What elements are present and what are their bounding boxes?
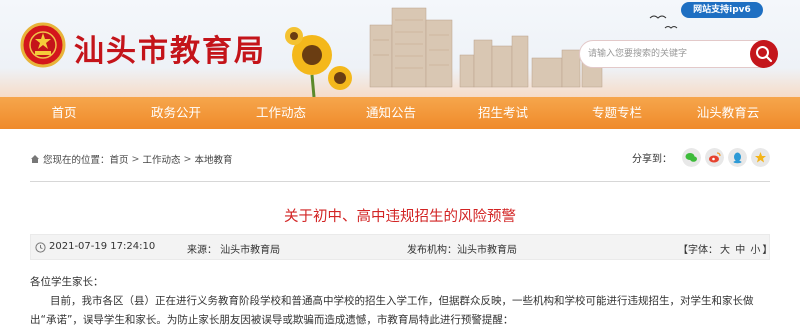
article-meta-bar: 2021-07-19 17:24:10 来源： 汕头市教育局 发布机构：汕头市教… (30, 234, 773, 260)
article-salutation: 各位学生家长： (30, 276, 104, 288)
font-size-large-option[interactable]: 大 (720, 245, 730, 256)
font-size-label: 【字体： (678, 245, 718, 256)
breadcrumb-separator: > (131, 153, 140, 165)
divider (30, 181, 770, 182)
search-input[interactable] (588, 45, 738, 63)
breadcrumb-work-news-link[interactable]: 工作动态 (143, 152, 181, 166)
nav-item-special-topics[interactable]: 专题专栏 (562, 97, 672, 129)
breadcrumb-bar: 您现在的位置： 首页 > 工作动态 > 本地教育 分享到： (30, 148, 770, 170)
nav-item-notices[interactable]: 通知公告 (338, 97, 444, 129)
qq-icon[interactable] (728, 148, 747, 167)
font-size-small-option[interactable]: 小 (750, 245, 760, 256)
sunflower-icon (285, 27, 352, 97)
nav-item-gov-affairs[interactable]: 政务公开 (128, 97, 224, 129)
site-title: 汕头市教育局 (74, 34, 266, 69)
search-button[interactable] (750, 40, 778, 68)
main-nav: 首页 政务公开 工作动态 通知公告 招生考试 专题专栏 汕头教育云 (0, 97, 800, 129)
wechat-icon[interactable] (682, 148, 701, 167)
article-body: 各位学生家长： 目前，我市各区（县）正在进行义务教育阶段学校和普通高中学校的招生… (30, 273, 770, 329)
site-header: 网站支持ipv6 汕头市教育局 (0, 0, 800, 97)
breadcrumb-prefix: 您现在的位置： (43, 155, 110, 166)
share-bar: 分享到： (632, 148, 770, 167)
ipv6-badge: 网站支持ipv6 (681, 2, 763, 18)
article-paragraph: 目前，我市各区（县）正在进行义务教育阶段学校和普通高中学校的招生入学工作，但据群… (30, 295, 754, 326)
breadcrumb-local-edu-link[interactable]: 本地教育 (194, 152, 232, 166)
weibo-icon[interactable] (705, 148, 724, 167)
font-size-control: 【字体：大 中 小】 (677, 241, 773, 256)
article-source: 来源： 汕头市教育局 (187, 245, 281, 256)
search-box (579, 40, 775, 68)
national-emblem-icon (20, 22, 66, 68)
nav-item-edu-cloud[interactable]: 汕头教育云 (672, 97, 784, 129)
article-title: 关于初中、高中违规招生的风险预警 (284, 209, 516, 225)
nav-item-work-news[interactable]: 工作动态 (224, 97, 338, 129)
breadcrumb: 您现在的位置： 首页 > 工作动态 > 本地教育 (30, 152, 233, 166)
breadcrumb-separator: > (183, 153, 192, 165)
search-icon (756, 46, 773, 63)
home-icon (31, 155, 39, 163)
breadcrumb-home-link[interactable]: 首页 (110, 152, 129, 166)
share-label: 分享到： (632, 154, 672, 165)
font-size-bracket: 】 (762, 245, 773, 256)
publish-datetime: 2021-07-19 17:24:10 (49, 241, 156, 252)
font-size-medium-option[interactable]: 中 (735, 245, 745, 256)
clock-icon (35, 242, 46, 253)
nav-item-home[interactable]: 首页 (0, 97, 128, 129)
article-publisher: 发布机构：汕头市教育局 (407, 245, 517, 256)
qzone-icon[interactable] (751, 148, 770, 167)
nav-item-enrollment[interactable]: 招生考试 (444, 97, 562, 129)
